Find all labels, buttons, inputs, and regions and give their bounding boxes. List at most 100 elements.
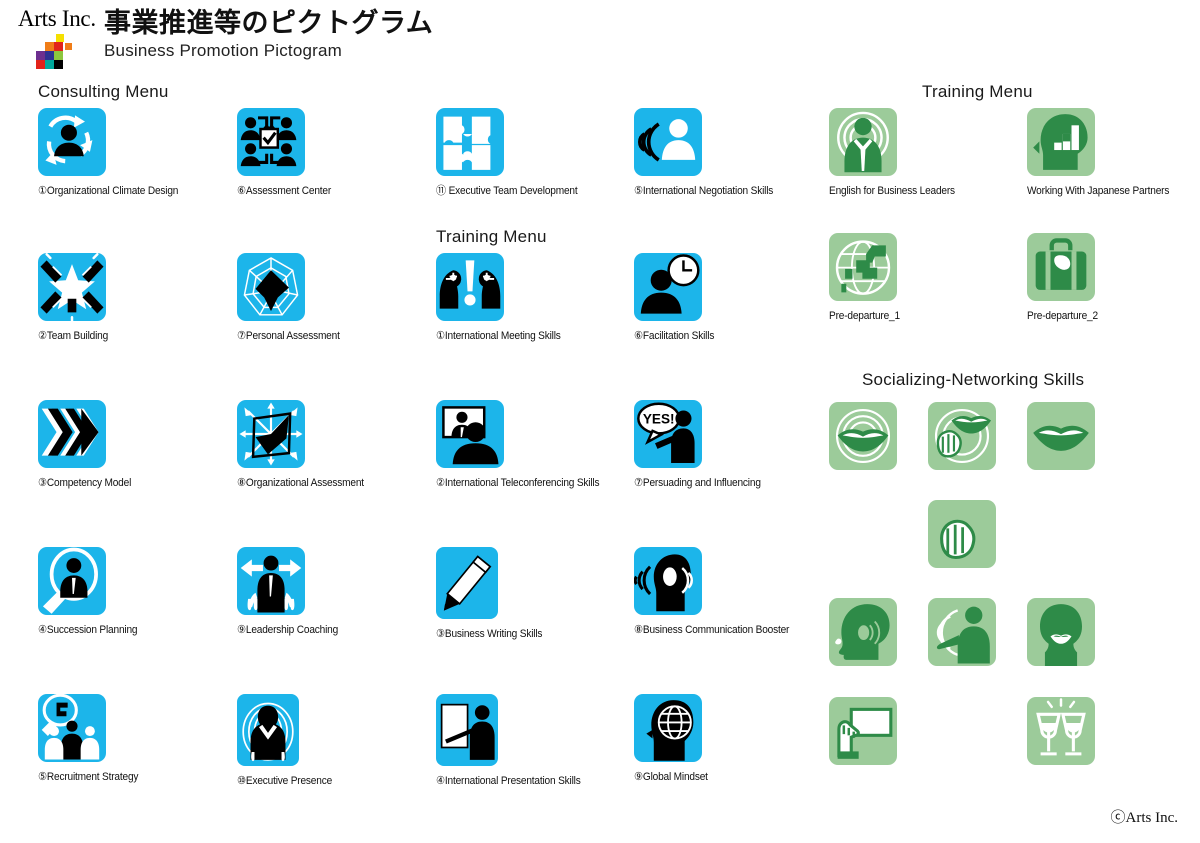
head-soundwaves-tile[interactable] bbox=[634, 547, 702, 615]
pencil-icon bbox=[443, 555, 491, 612]
section-heading-socializing-networking: Socializing-Networking Skills bbox=[862, 370, 1085, 389]
radar-web-tile[interactable] bbox=[237, 253, 305, 321]
screen-presenter-tile[interactable] bbox=[436, 400, 504, 468]
screen-presenter-icon bbox=[442, 406, 500, 466]
woman-aura-icon bbox=[242, 702, 294, 762]
icon-cell-toast-glasses[interactable] bbox=[1027, 697, 1200, 765]
icon-cell-executive-presence[interactable]: ⑩Executive Presence bbox=[237, 694, 417, 787]
two-heads-exclamation-tile[interactable] bbox=[436, 253, 504, 321]
icon-cell-leadership-coaching[interactable]: ⑨Leadership Coaching bbox=[237, 547, 417, 636]
magnifier-crowd-tile[interactable] bbox=[38, 694, 106, 762]
magnifier-person-tile[interactable] bbox=[38, 547, 106, 615]
globe-map-icon bbox=[835, 240, 891, 295]
woman-aura-tile[interactable] bbox=[237, 694, 299, 766]
icon-label-english-for-business-leaders: English for Business Leaders bbox=[829, 185, 955, 197]
person-gesture-waves-tile[interactable] bbox=[928, 598, 996, 666]
icon-label-team-building: ②Team Building bbox=[38, 330, 109, 342]
icon-cell-business-card-exchange[interactable] bbox=[829, 697, 1009, 765]
icon-cell-competency-model[interactable]: ③Competency Model bbox=[38, 400, 218, 489]
icon-label-facilitation-skills: ⑥Facilitation Skills bbox=[634, 330, 715, 342]
chevron-arrows-tile[interactable] bbox=[38, 400, 106, 468]
icon-cell-organizational-climate-design[interactable]: ①Organizational Climate Design bbox=[38, 108, 218, 197]
wine-toast-icon bbox=[1036, 697, 1086, 756]
icon-cell-global-mindset[interactable]: ⑨Global Mindset bbox=[634, 694, 814, 783]
star-arrows-polygon-tile[interactable] bbox=[237, 400, 305, 468]
presenter-board-tile[interactable] bbox=[436, 694, 498, 766]
icon-cell-personal-assessment[interactable]: ⑦Personal Assessment bbox=[237, 253, 417, 342]
icon-label-executive-presence: ⑩Executive Presence bbox=[237, 775, 333, 787]
chevron-arrows-icon bbox=[41, 408, 99, 456]
icon-cell-international-negotiation-skills[interactable]: ⑤International Negotiation Skills bbox=[634, 108, 814, 197]
globe-map-tile[interactable] bbox=[829, 233, 897, 301]
icon-cell-team-building[interactable]: ②Team Building bbox=[38, 253, 218, 342]
icon-cell-english-for-business-leaders[interactable]: English for Business Leaders bbox=[829, 108, 1009, 197]
head-bar-chart-icon bbox=[1033, 114, 1088, 170]
section-heading-training-menu-center: Training Menu bbox=[436, 227, 547, 246]
icon-cell-pre-departure-2[interactable]: Pre-departure_2 bbox=[1027, 233, 1200, 322]
icon-label-leadership-coaching: ⑨Leadership Coaching bbox=[237, 624, 339, 636]
person-soundwaves-tile[interactable] bbox=[634, 108, 702, 176]
suit-person-radiating-tile[interactable] bbox=[829, 108, 897, 176]
copyright-notice: ⓒArts Inc. bbox=[1110, 810, 1179, 826]
person-clock-icon bbox=[639, 254, 700, 315]
icon-label-pre-departure-1: Pre-departure_1 bbox=[829, 310, 900, 322]
icon-cell-mouth[interactable] bbox=[1027, 402, 1200, 470]
icon-cell-international-presentation-skills[interactable]: ④International Presentation Skills bbox=[436, 694, 616, 787]
icon-label-competency-model: ③Competency Model bbox=[38, 477, 132, 489]
icon-cell-hand-gesture[interactable] bbox=[928, 500, 1108, 568]
head-bar-chart-tile[interactable] bbox=[1027, 108, 1095, 176]
person-expand-arrows-icon bbox=[240, 555, 302, 613]
icon-cell-smiling-face[interactable] bbox=[1027, 598, 1200, 666]
icon-cell-business-writing-skills[interactable]: ③Business Writing Skills bbox=[436, 547, 616, 640]
icon-cell-organizational-assessment[interactable]: ⑧Organizational Assessment bbox=[237, 400, 417, 489]
icon-cell-international-teleconferencing-skills[interactable]: ②International Teleconferencing Skills bbox=[436, 400, 616, 489]
mouth-hand-ripples-tile[interactable] bbox=[928, 402, 996, 470]
person-cycle-arrows-tile[interactable] bbox=[38, 108, 106, 176]
head-globe-tile[interactable] bbox=[634, 694, 702, 762]
icon-label-international-negotiation-skills: ⑤International Negotiation Skills bbox=[634, 185, 774, 197]
icon-label-working-with-japanese-partners: Working With Japanese Partners bbox=[1027, 185, 1170, 197]
icon-cell-working-with-japanese-partners[interactable]: Working With Japanese Partners bbox=[1027, 108, 1200, 197]
icon-label-international-teleconferencing-skills: ②International Teleconferencing Skills bbox=[436, 477, 600, 489]
icon-label-organizational-climate-design: ①Organizational Climate Design bbox=[38, 185, 179, 197]
head-globe-icon bbox=[645, 699, 695, 762]
icon-label-business-writing-skills: ③Business Writing Skills bbox=[436, 628, 543, 640]
icon-cell-succession-planning[interactable]: ④Succession Planning bbox=[38, 547, 218, 636]
hands-star-icon bbox=[39, 253, 105, 321]
icon-cell-international-meeting-skills[interactable]: ①International Meeting Skills bbox=[436, 253, 616, 342]
presenter-board-icon bbox=[440, 703, 496, 761]
yes-speech-bubble-tile[interactable] bbox=[634, 400, 702, 468]
pencil-tile[interactable] bbox=[436, 547, 498, 619]
suitcase-icon bbox=[1027, 233, 1095, 301]
person-clock-tile[interactable] bbox=[634, 253, 702, 321]
icon-cell-business-communication-booster[interactable]: ⑧Business Communication Booster bbox=[634, 547, 814, 636]
icon-cell-assessment-center[interactable]: ⑥Assessment Center bbox=[237, 108, 417, 197]
head-ear-waves-tile[interactable] bbox=[829, 598, 897, 666]
person-expand-arrows-tile[interactable] bbox=[237, 547, 305, 615]
icon-label-global-mindset: ⑨Global Mindset bbox=[634, 771, 708, 783]
suitcase-tile[interactable] bbox=[1027, 233, 1095, 301]
face-smile-icon bbox=[1039, 604, 1083, 666]
hands-star-tile[interactable] bbox=[38, 253, 106, 321]
puzzle-pieces-tile[interactable] bbox=[436, 108, 504, 176]
face-smile-tile[interactable] bbox=[1027, 598, 1095, 666]
hand-tile[interactable] bbox=[928, 500, 996, 568]
icon-label-personal-assessment: ⑦Personal Assessment bbox=[237, 330, 340, 342]
icon-cell-executive-team-development[interactable]: ⑪ Executive Team Development bbox=[436, 108, 616, 197]
icon-cell-recruitment-strategy[interactable]: ⑤Recruitment Strategy bbox=[38, 694, 218, 783]
people-checkbox-arrows-tile[interactable] bbox=[237, 108, 305, 176]
wine-toast-tile[interactable] bbox=[1027, 697, 1095, 765]
icon-label-succession-planning: ④Succession Planning bbox=[38, 624, 138, 636]
icon-label-business-communication-booster: ⑧Business Communication Booster bbox=[634, 624, 790, 636]
icon-cell-persuading-and-influencing[interactable]: ⑦Persuading and Influencing bbox=[634, 400, 814, 489]
hand-card-tile[interactable] bbox=[829, 697, 897, 765]
head-ear-waves-icon bbox=[834, 603, 891, 661]
mouth-ripples-tile[interactable] bbox=[829, 402, 897, 470]
icon-cell-facilitation-skills[interactable]: ⑥Facilitation Skills bbox=[634, 253, 814, 342]
magnifier-crowd-icon bbox=[40, 694, 101, 762]
icon-label-international-meeting-skills: ①International Meeting Skills bbox=[436, 330, 561, 342]
icon-label-executive-team-development: ⑪ Executive Team Development bbox=[436, 185, 578, 197]
mouth-tile[interactable] bbox=[1027, 402, 1095, 470]
person-cycle-arrows-icon bbox=[38, 108, 106, 176]
icon-cell-pre-departure-1[interactable]: Pre-departure_1 bbox=[829, 233, 1009, 322]
